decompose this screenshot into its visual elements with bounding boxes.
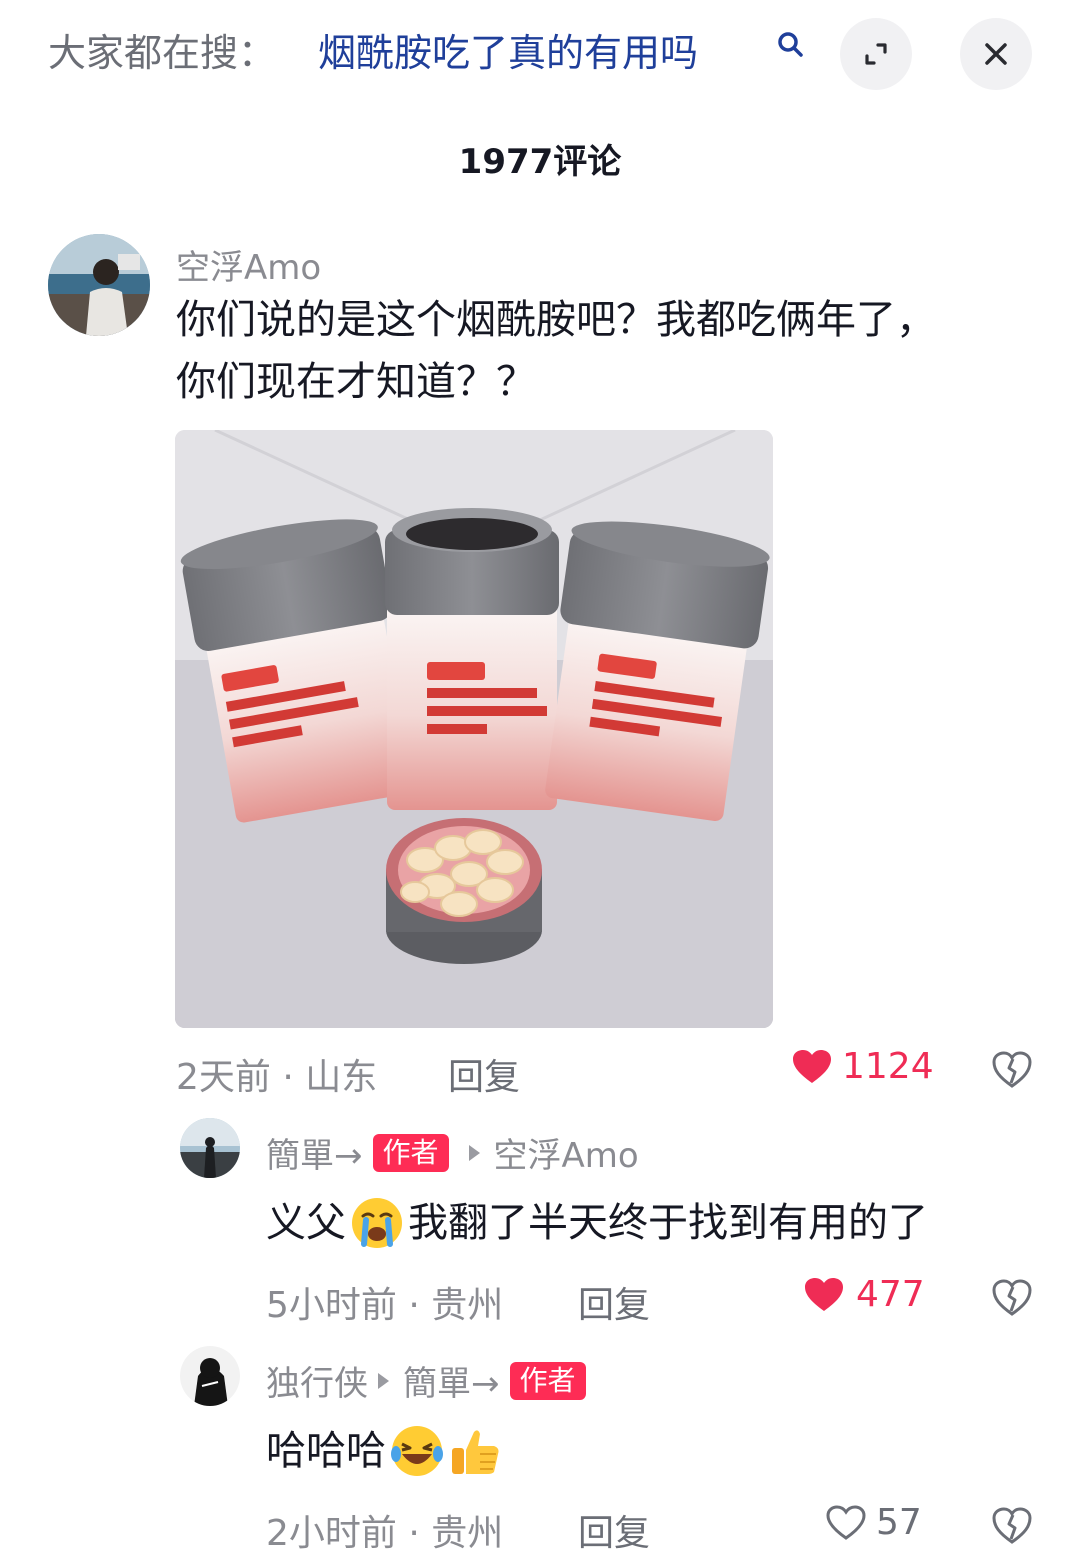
dislike-heart-icon[interactable] xyxy=(992,1278,1032,1318)
reply-username[interactable]: 独行侠 xyxy=(266,1356,368,1405)
like-count: 57 xyxy=(876,1502,922,1543)
reply-text: 哈哈哈 xyxy=(266,1420,1046,1482)
reply-text-part: 义父 xyxy=(266,1200,346,1246)
reply-to-username[interactable]: 簡單→ xyxy=(403,1356,500,1405)
reply-time: 2小时前 xyxy=(266,1513,397,1554)
comment-text-line: 你们现在才知道？？ xyxy=(176,359,536,405)
reply-username-row: 独行侠 簡單→ 作者 xyxy=(266,1356,596,1405)
reply-button[interactable]: 回复 xyxy=(578,1504,650,1556)
reply-time: 5小时前 xyxy=(266,1285,397,1326)
like-button[interactable]: 57 xyxy=(826,1502,922,1543)
top-search-bar: 大家都在搜： 烟酰胺吃了真的有用吗 xyxy=(0,0,1080,110)
avatar[interactable] xyxy=(180,1118,240,1178)
laughing-tears-emoji-icon xyxy=(391,1426,443,1476)
search-prefix: 大家都在搜： xyxy=(48,31,277,75)
reply-text-part: 我翻了半天终于找到有用的了 xyxy=(408,1200,928,1246)
thumbs-up-emoji-icon xyxy=(452,1430,499,1474)
reply-button[interactable]: 回复 xyxy=(448,1048,520,1100)
reply-button[interactable]: 回复 xyxy=(578,1276,650,1328)
avatar[interactable] xyxy=(180,1346,240,1406)
reply-to-username[interactable]: 空浮Amo xyxy=(494,1128,639,1177)
reply-to-arrow-icon xyxy=(378,1372,389,1389)
comment-text-line: 你们说的是这个烟酰胺吧？我都吃俩年了， xyxy=(176,297,936,343)
reply-location: 贵州 xyxy=(431,1285,504,1326)
reply-time-location: 2小时前 · 贵州 xyxy=(266,1504,503,1556)
expand-button[interactable] xyxy=(840,18,912,90)
expand-icon xyxy=(865,43,887,65)
like-count: 477 xyxy=(856,1274,925,1315)
like-button[interactable]: 1124 xyxy=(792,1046,934,1087)
separator-dot: · xyxy=(408,1285,432,1326)
comment-username[interactable]: 空浮Amo xyxy=(176,240,321,289)
author-badge: 作者 xyxy=(509,1361,586,1400)
dislike-heart-icon[interactable] xyxy=(992,1050,1032,1090)
search-suggestion-link[interactable]: 烟酰胺吃了真的有用吗 xyxy=(318,22,698,77)
reply-time-location: 5小时前 · 贵州 xyxy=(266,1276,503,1328)
reply-username-row: 簡單→ 作者 空浮Amo xyxy=(266,1128,639,1177)
reply-username[interactable]: 簡單→ xyxy=(266,1128,363,1177)
author-badge: 作者 xyxy=(372,1133,449,1172)
heart-filled-icon xyxy=(805,1277,843,1311)
close-button[interactable] xyxy=(960,18,1032,90)
like-count: 1124 xyxy=(842,1046,934,1087)
comment-text: 你们说的是这个烟酰胺吧？我都吃俩年了， 你们现在才知道？？ xyxy=(176,289,1036,413)
comments-count-title: 1977评论 xyxy=(458,142,622,182)
crying-emoji-icon xyxy=(352,1198,402,1248)
separator-dot: · xyxy=(408,1513,432,1554)
heart-outline-icon xyxy=(826,1504,866,1540)
comment-image[interactable] xyxy=(175,430,773,1028)
like-button[interactable]: 477 xyxy=(804,1274,925,1315)
avatar[interactable] xyxy=(48,234,150,336)
search-icon[interactable] xyxy=(776,30,806,60)
reply-text: 义父 我翻了半天终于找到有用的了 xyxy=(266,1192,1046,1254)
comment-time: 2天前 xyxy=(176,1057,271,1098)
reply-to-arrow-icon xyxy=(468,1144,480,1161)
separator-dot: · xyxy=(282,1057,306,1098)
dislike-heart-icon[interactable] xyxy=(992,1506,1032,1546)
close-icon xyxy=(985,43,1007,65)
reply-text-part: 哈哈哈 xyxy=(266,1428,386,1474)
heart-filled-icon xyxy=(793,1049,831,1083)
comment-location: 山东 xyxy=(305,1057,378,1098)
comment-time-location: 2天前 · 山东 xyxy=(176,1048,377,1100)
reply-location: 贵州 xyxy=(431,1513,504,1554)
